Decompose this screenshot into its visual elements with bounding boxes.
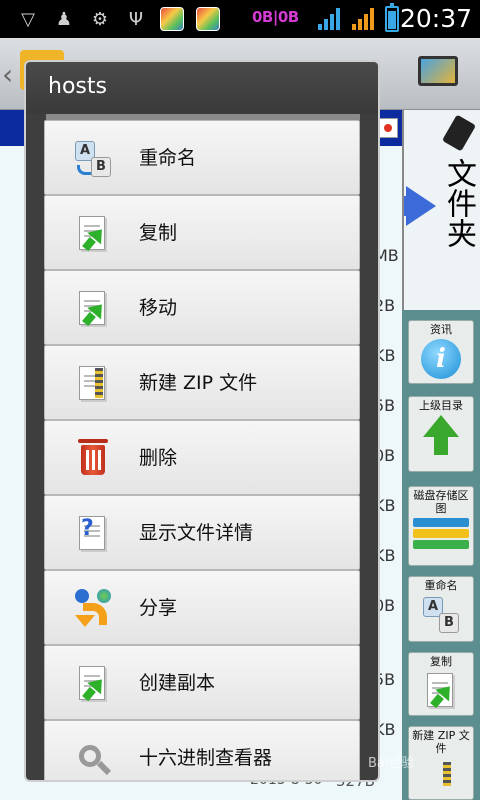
menu-item-label: 十六进制查看器 [139, 747, 273, 769]
arrow-right-icon [406, 186, 436, 226]
move-icon [73, 289, 113, 329]
sidebar-button-new-zip[interactable]: 新建 ZIP 文件 [408, 726, 474, 800]
battery-icon [385, 3, 399, 32]
share-icon [73, 589, 113, 629]
menu-item-share[interactable]: 分享 [44, 570, 360, 645]
menu-item-file-details[interactable]: ? 显示文件详情 [44, 495, 360, 570]
android-icon: ⚙ [91, 8, 109, 30]
status-bar: ▽ ♟ ⚙ Ψ 0B|0B 20:37 [0, 0, 480, 38]
folder-title: 文件夹 [441, 158, 476, 248]
qq-penguin-icon: ♟ [55, 8, 73, 30]
dialog-title: hosts [48, 74, 107, 99]
menu-item-delete[interactable]: 删除 [44, 420, 360, 495]
sidebar-button-label: 磁盘存储区图 [413, 489, 469, 515]
up-arrow-icon [423, 415, 459, 455]
network-speed: 0B|0B [252, 8, 299, 26]
sidebar-button-label: 复制 [430, 655, 452, 668]
menu-item-rename[interactable]: AB 重命名 [44, 120, 360, 195]
window-switch-icon[interactable] [418, 56, 458, 86]
menu-item-label: 移动 [139, 297, 178, 319]
app-notification-icon [196, 7, 220, 31]
sidebar-button-label: 重命名 [424, 579, 458, 592]
clock: 20:37 [399, 4, 472, 33]
signal-icon [318, 8, 342, 30]
close-icon[interactable] [378, 118, 398, 138]
sidebar-button-rename[interactable]: 重命名 AB [408, 576, 474, 642]
menu-item-move[interactable]: 移动 [44, 270, 360, 345]
folder-tab[interactable]: 文件夹 [402, 110, 480, 310]
chevron-left-icon[interactable]: ‹ [2, 58, 13, 91]
menu-item-duplicate[interactable]: 创建副本 [44, 645, 360, 720]
action-sidebar: 文件夹 资讯 i 上级目录 磁盘存储区图 重命名 AB 复制 新建 ZIP 文件 [402, 110, 480, 800]
hex-viewer-icon [73, 739, 113, 779]
menu-item-new-zip[interactable]: 新建 ZIP 文件 [44, 345, 360, 420]
context-menu-dialog: hosts AB 重命名 复制 移动 新建 ZIP 文件 删除 ? 显示文件详情… [24, 60, 380, 782]
duplicate-icon [73, 664, 113, 704]
menu-item-hex-viewer[interactable]: 十六进制查看器 [44, 720, 360, 780]
menu-item-label: 新建 ZIP 文件 [139, 372, 258, 394]
dialog-header: hosts [26, 62, 378, 114]
sidebar-button-copy[interactable]: 复制 [408, 652, 474, 716]
rename-icon: AB [73, 139, 113, 179]
dialog-body: AB 重命名 复制 移动 新建 ZIP 文件 删除 ? 显示文件详情 分享 创建… [26, 114, 378, 780]
sidebar-button-info[interactable]: 资讯 i [408, 320, 474, 384]
menu-item-label: 重命名 [139, 147, 197, 169]
watermark: Bai经验 [368, 756, 415, 771]
usb-icon: Ψ [128, 8, 144, 30]
menu-item-label: 显示文件详情 [139, 522, 254, 544]
file-details-icon: ? [73, 514, 113, 554]
copy-icon [73, 214, 113, 254]
menu-item-label: 创建副本 [139, 672, 216, 694]
app-notification-icon [160, 7, 184, 31]
zip-icon [73, 364, 113, 404]
menu-item-label: 分享 [139, 597, 178, 619]
menu-item-label: 复制 [139, 222, 178, 244]
rename-icon: AB [421, 595, 461, 635]
sidebar-button-up[interactable]: 上级目录 [408, 396, 474, 472]
sidebar-button-storage-map[interactable]: 磁盘存储区图 [408, 486, 474, 566]
copy-icon [421, 671, 461, 711]
info-icon: i [421, 339, 461, 379]
shield-icon: ▽ [21, 8, 35, 30]
signal-icon [352, 8, 376, 30]
menu-list: AB 重命名 复制 移动 新建 ZIP 文件 删除 ? 显示文件详情 分享 创建… [44, 120, 360, 780]
sidebar-button-label: 资讯 [430, 323, 452, 336]
phone-icon [441, 114, 477, 152]
sidebar-button-label: 新建 ZIP 文件 [412, 729, 470, 755]
storage-map-icon [409, 518, 473, 549]
sidebar-button-label: 上级目录 [419, 399, 463, 412]
zip-icon [421, 758, 461, 788]
menu-item-copy[interactable]: 复制 [44, 195, 360, 270]
trash-icon [73, 439, 113, 479]
menu-item-label: 删除 [139, 447, 178, 469]
